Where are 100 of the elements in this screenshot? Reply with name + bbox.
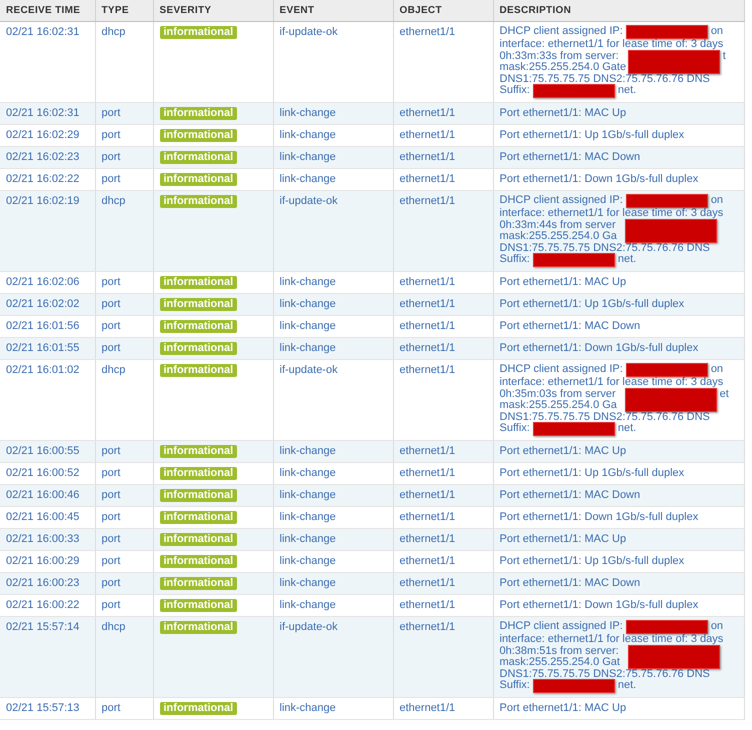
log-type: port <box>102 276 120 288</box>
object-name: ethernet1/1 <box>400 489 456 501</box>
severity-badge: informational <box>160 445 238 458</box>
object-name: ethernet1/1 <box>400 26 456 38</box>
log-type: dhcp <box>102 26 126 38</box>
log-type: port <box>102 555 120 567</box>
description-text: Suffix: <box>500 85 530 96</box>
column-header[interactable]: SEVERITY <box>153 0 273 22</box>
description-text: Port ethernet1/1: MAC Down <box>500 577 640 590</box>
severity-badge: informational <box>160 173 238 186</box>
object-name: ethernet1/1 <box>400 320 456 332</box>
column-header[interactable]: RECEIVE TIME <box>0 0 95 22</box>
severity-badge: informational <box>160 467 238 480</box>
severity-badge: informational <box>160 511 238 524</box>
description-text: Port ethernet1/1: Down 1Gb/s-full duplex <box>500 173 698 186</box>
event-name: link-change <box>280 599 336 611</box>
log-type: port <box>102 129 120 141</box>
receive-time: 02/21 16:02:31 <box>6 26 80 38</box>
log-type: port <box>102 533 120 545</box>
object-name: ethernet1/1 <box>400 599 456 611</box>
receive-time: 02/21 16:01:02 <box>6 364 80 376</box>
event-name: link-change <box>280 320 336 332</box>
severity-badge: informational <box>160 533 238 546</box>
description-text: t <box>722 50 726 62</box>
object-name: ethernet1/1 <box>400 173 456 185</box>
log-type: port <box>102 320 120 332</box>
receive-time: 02/21 16:02:23 <box>6 151 80 163</box>
event-name: link-change <box>280 107 336 119</box>
description-text: 0h:35m:03s from server <box>500 388 616 400</box>
receive-time: 02/21 16:00:46 <box>6 489 80 501</box>
description-text: Suffix: <box>500 254 530 266</box>
description-text: interface: ethernet1/1 for lease time of: 3 days <box>500 377 724 388</box>
column-header[interactable]: EVENT <box>273 0 393 22</box>
event-name: link-change <box>280 533 336 545</box>
receive-time: 02/21 16:00:52 <box>6 467 80 479</box>
receive-time: 02/21 16:00:55 <box>6 445 80 457</box>
severity-badge: informational <box>160 621 238 634</box>
description-text: interface: ethernet1/1 for lease time of: 3 days <box>500 634 724 646</box>
description-text: on <box>710 26 724 38</box>
description-text: mask:255.255.254.0 Gate <box>500 62 626 74</box>
column-header[interactable]: TYPE <box>95 0 153 22</box>
event-name: link-change <box>280 577 336 589</box>
description-text: et <box>720 388 729 400</box>
description-text: DHCP client assigned IP: <box>500 195 623 206</box>
column-header[interactable]: OBJECT <box>393 0 493 22</box>
column-header[interactable]: DESCRIPTION <box>493 0 744 22</box>
severity-badge: informational <box>160 129 238 142</box>
description-text: Port ethernet1/1: Up 1Gb/s-full duplex <box>500 555 684 568</box>
description-text: Port ethernet1/1: Up 1Gb/s-full duplex <box>500 467 684 480</box>
object-name: ethernet1/1 <box>400 533 456 545</box>
description-text: Port ethernet1/1: MAC Up <box>500 533 626 546</box>
description-text: Port ethernet1/1: Up 1Gb/s-full duplex <box>500 129 684 142</box>
severity-badge: informational <box>160 107 238 120</box>
description-text: Port ethernet1/1: MAC Up <box>500 445 626 458</box>
description-text: on <box>710 195 724 206</box>
event-name: if-update-ok <box>280 26 338 38</box>
log-type: port <box>102 599 120 611</box>
description-text: DHCP client assigned IP: <box>500 364 623 376</box>
description-text: Suffix: <box>500 423 530 434</box>
log-type: port <box>102 107 120 119</box>
severity-badge: informational <box>160 276 238 289</box>
description-text: 0h:38m:51s from server: <box>500 646 619 657</box>
severity-badge: informational <box>160 555 238 568</box>
description-text: 0h:33m:33s from server: <box>500 50 619 62</box>
description-text: Port ethernet1/1: Down 1Gb/s-full duplex <box>500 599 698 612</box>
event-name: link-change <box>280 276 336 288</box>
log-type: port <box>102 173 120 185</box>
receive-time: 02/21 16:00:29 <box>6 555 80 567</box>
receive-time: 02/21 15:57:13 <box>6 702 80 714</box>
event-name: link-change <box>280 489 336 501</box>
log-type: port <box>102 342 120 354</box>
description-text: net. <box>618 254 636 266</box>
severity-badge: informational <box>160 364 238 377</box>
log-type: dhcp <box>102 364 126 376</box>
description-text: mask:255.255.254.0 Gat <box>500 657 620 668</box>
log-type: port <box>102 511 120 523</box>
event-name: link-change <box>280 445 336 457</box>
object-name: ethernet1/1 <box>400 107 456 119</box>
description-text: Port ethernet1/1: MAC Down <box>500 489 640 502</box>
severity-badge: informational <box>160 26 238 39</box>
severity-badge: informational <box>160 489 238 502</box>
description-text: on <box>710 621 724 632</box>
event-name: link-change <box>280 467 336 479</box>
receive-time: 02/21 15:57:14 <box>6 621 80 633</box>
event-name: link-change <box>280 298 336 310</box>
description-text: Port ethernet1/1: Up 1Gb/s-full duplex <box>500 298 684 311</box>
log-type: port <box>102 489 120 501</box>
event-name: link-change <box>280 702 336 714</box>
description-text: DNS1:75.75.75.75 DNS2:75.75.76.76 DNS <box>500 412 710 423</box>
receive-time: 02/21 16:00:23 <box>6 577 80 589</box>
event-name: link-change <box>280 555 336 567</box>
severity-badge: informational <box>160 151 238 164</box>
log-type: port <box>102 702 120 714</box>
description-text: Port ethernet1/1: MAC Up <box>500 702 626 715</box>
severity-badge: informational <box>160 195 238 208</box>
severity-badge: informational <box>160 342 238 355</box>
receive-time: 02/21 16:02:29 <box>6 129 80 141</box>
log-type: dhcp <box>102 195 126 207</box>
receive-time: 02/21 16:02:02 <box>6 298 80 310</box>
description-text: Port ethernet1/1: MAC Down <box>500 320 640 333</box>
